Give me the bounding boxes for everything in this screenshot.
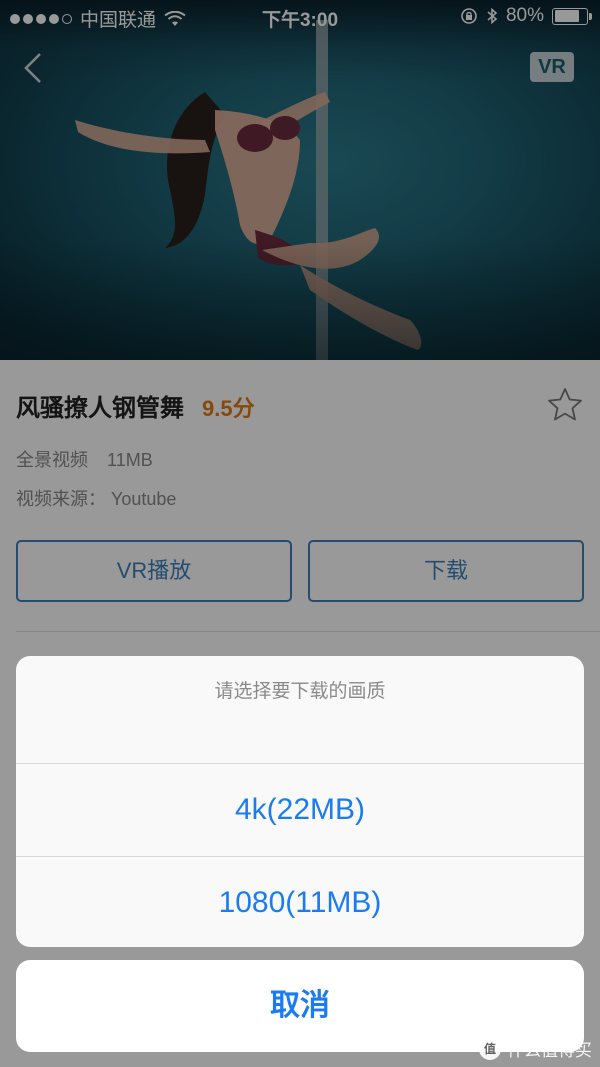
watermark-logo: 值 [479,1037,501,1060]
quality-option-4k[interactable]: 4k(22MB) [16,764,584,856]
quality-option-1080[interactable]: 1080(11MB) [16,856,584,947]
download-quality-sheet: 请选择要下载的画质 4k(22MB) 1080(11MB) [16,656,584,947]
watermark: 值 什么值得买 [479,1036,592,1061]
watermark-text: 什么值得买 [507,1041,592,1060]
sheet-title: 请选择要下载的画质 [16,656,584,764]
